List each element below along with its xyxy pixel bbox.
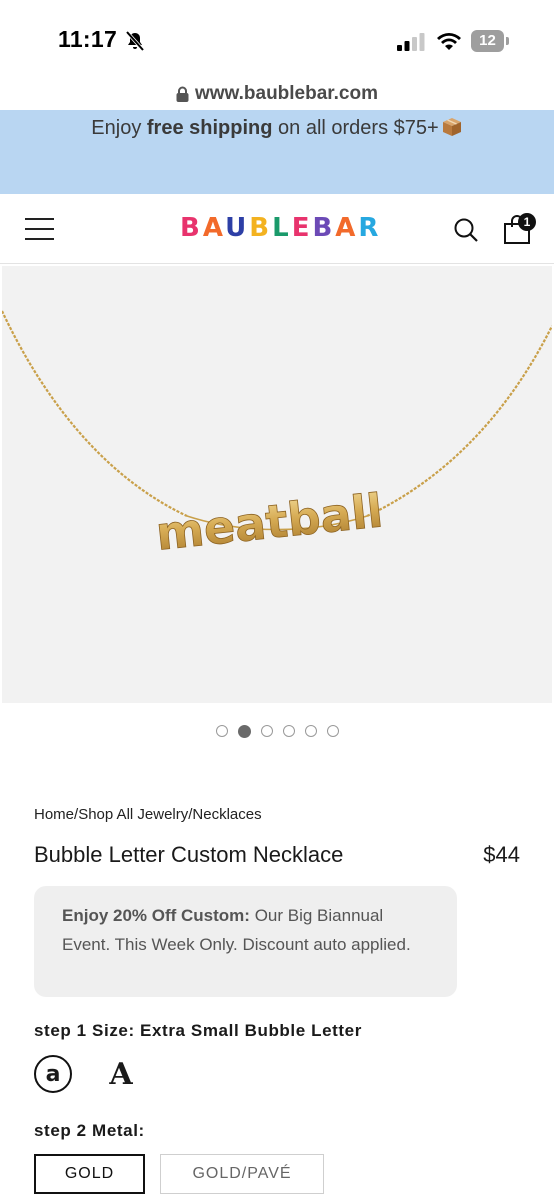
size-options: a A [34,1055,140,1093]
hamburger-menu-icon[interactable] [25,218,54,240]
cart-count-badge: 1 [518,213,536,231]
logo-letter: B [180,213,203,243]
step2-number: step 2 [34,1121,87,1140]
carousel-dot[interactable] [282,725,295,737]
logo-letter: A [335,213,359,243]
necklace-charm-text: meatball [153,483,385,561]
battery-indicator: 12 [471,30,509,52]
size-option-glyph: a [45,1061,61,1087]
logo-letter: R [358,213,382,243]
discount-notice: Enjoy 20% Off Custom: Our Big Biannual E… [34,886,457,997]
cellular-signal-icon [397,33,425,51]
step2-label: Metal: [86,1121,145,1140]
logo-letter: L [272,213,292,243]
logo-letter: B [312,213,336,243]
breadcrumb-home[interactable]: Home [34,806,74,823]
size-option-glyph: A [109,1056,133,1092]
product-image[interactable]: meatball [2,266,552,703]
metal-options: GOLD GOLD/PAVÉ [34,1154,324,1194]
promo-bold: free shipping [146,117,273,139]
step1-heading: step 1 Size: Extra Small Bubble Letter [34,1021,362,1041]
logo-letter: B [249,213,273,243]
url-text[interactable]: www.baublebar.com [195,83,378,105]
step1-number: step 1 [34,1021,87,1040]
battery-level: 12 [471,30,504,52]
status-time: 11:17 [58,26,118,52]
step1-label: Size: Extra Small Bubble Letter [86,1021,362,1040]
lock-icon [176,86,189,102]
logo-letter: U [225,213,250,243]
size-option-large[interactable]: A [102,1055,140,1093]
breadcrumb: Home/Shop All Jewelry/Necklaces [34,806,262,823]
necklace-illustration: meatball [2,310,552,561]
discount-headline: Enjoy 20% Off Custom: [62,906,250,925]
breadcrumb-shop-all[interactable]: Shop All Jewelry [78,806,188,823]
product-price: $44 [483,842,520,867]
search-icon[interactable] [453,217,479,243]
step2-heading: step 2 Metal: [34,1121,145,1141]
package-icon [442,118,461,136]
site-header: BAUBLEBAR [0,194,554,264]
carousel-dot[interactable] [304,725,317,737]
baublebar-logo[interactable]: BAUBLEBAR [180,213,381,243]
logo-letter: A [202,213,226,243]
bell-slash-icon [125,30,145,52]
size-option-extra-small[interactable]: a [34,1055,72,1093]
carousel-dot[interactable] [260,725,273,737]
wifi-icon [437,33,461,50]
status-bar: 11:17 12 [0,0,554,78]
carousel-dot[interactable] [215,725,228,737]
breadcrumb-necklaces[interactable]: Necklaces [192,806,261,823]
metal-option-gold[interactable]: GOLD [34,1154,145,1194]
logo-letter: E [291,213,313,243]
carousel-dots [0,725,554,738]
promo-prefix: Enjoy [91,117,147,139]
metal-option-gold-pave[interactable]: GOLD/PAVÉ [160,1154,324,1194]
carousel-dot[interactable] [326,725,339,737]
address-bar[interactable]: www.baublebar.com [0,78,554,110]
promo-banner[interactable]: Enjoy free shipping on all orders $75+ [0,110,554,194]
product-title: Bubble Letter Custom Necklace [34,842,344,867]
carousel-dot[interactable] [237,725,251,738]
promo-suffix: on all orders $75+ [272,117,439,139]
battery-tip [506,37,509,45]
